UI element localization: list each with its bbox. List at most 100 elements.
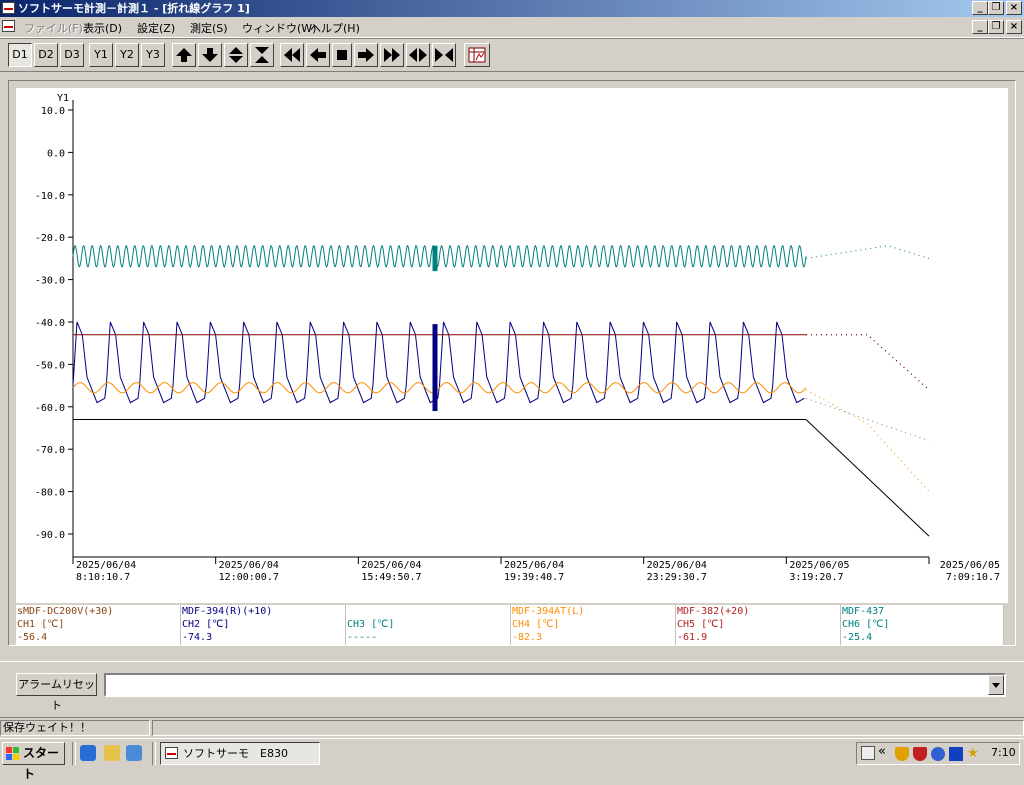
legend-value: ----- (347, 632, 378, 643)
d2-button[interactable]: D2 (34, 43, 58, 67)
alarm-row: アラームリセット (0, 661, 1024, 712)
collapse-horizontal-button[interactable] (432, 43, 456, 67)
menu-view[interactable]: 表示(D) (83, 20, 122, 36)
info-icon[interactable] (931, 747, 945, 761)
taskbar: スタート ソフトサーモ E830 « ★ 7:10 (0, 738, 1024, 781)
fast-forward-button[interactable] (380, 43, 404, 67)
y-tick-label: -20.0 (35, 233, 65, 244)
legend-value: -25.4 (842, 632, 873, 643)
taskbar-separator (72, 742, 76, 765)
x-tick-time: 19:39:40.7 (504, 572, 564, 583)
desktop-icon[interactable] (126, 745, 142, 761)
expand-horizontal-button[interactable] (406, 43, 430, 67)
y-tick-label: -70.0 (35, 445, 65, 456)
series-6-trail (805, 397, 930, 442)
menu-measure[interactable]: 測定(S) (190, 20, 228, 36)
folder-icon[interactable] (104, 745, 120, 761)
x-tick-time: 12:00:00.7 (219, 572, 279, 583)
y-tick-label: -80.0 (35, 488, 65, 499)
windows-logo-icon (6, 747, 20, 760)
document-icon[interactable] (2, 20, 15, 32)
menu-help[interactable]: ヘルプ(H) (310, 20, 360, 36)
series-4-trail (806, 334, 930, 391)
doc-restore-button[interactable]: ❐ (988, 20, 1004, 34)
app-icon (165, 747, 178, 759)
minimize-button[interactable]: _ (972, 1, 988, 15)
star-icon[interactable]: ★ (967, 747, 981, 761)
alarm-combobox[interactable] (104, 673, 1006, 697)
menu-bar: ファイル(F) 表示(D) 設定(Z) 測定(S) ウィンドウ(W) ヘルプ(H… (0, 17, 1024, 38)
y-tick-label: -60.0 (35, 403, 65, 414)
legend-channel-2[interactable]: MDF-394(R)(+10) CH2 [℃] -74.3 (181, 605, 346, 645)
expand-vertical-button[interactable] (224, 43, 248, 67)
x-tick-date: 2025/06/04 (76, 560, 136, 571)
arrow-down-button[interactable] (198, 43, 222, 67)
doc-minimize-button[interactable]: _ (972, 20, 988, 34)
legend-channel: CH4 [℃] (512, 619, 560, 630)
table-button[interactable] (464, 43, 490, 67)
menu-settings[interactable]: 設定(Z) (137, 20, 175, 36)
keyboard-icon[interactable] (861, 746, 875, 760)
line-chart[interactable]: Y1 10.0 0.0 -10.0 -20.0 -30.0 -40.0 -50.0 -60.0 -… (16, 88, 1008, 603)
taskbar-app-button[interactable]: ソフトサーモ E830 (160, 742, 320, 765)
step-back-button[interactable] (306, 43, 330, 67)
menu-file[interactable]: ファイル(F) (24, 20, 83, 36)
legend-channel-5[interactable]: MDF-382(+20) CH5 [℃] -61.9 (676, 605, 841, 645)
legend-name: MDF-394(R)(+10) (182, 606, 273, 617)
x-tick-time: 7:09:10.7 (946, 572, 1000, 583)
legend-channel-6[interactable]: MDF-437 CH6 [℃] -25.4 (841, 605, 1004, 645)
toolbar: D1 D2 D3 Y1 Y2 Y3 (0, 38, 1024, 72)
collapse-vertical-button[interactable] (250, 43, 274, 67)
legend-channel-4[interactable]: MDF-394AT(L) CH4 [℃] -82.3 (511, 605, 676, 645)
y-axis-label: Y1 (57, 93, 69, 104)
series-1-trail (805, 245, 930, 259)
y2-button[interactable]: Y2 (115, 43, 139, 67)
legend-name: sMDF-DC200V(+30) (17, 606, 114, 617)
rewind-button[interactable] (280, 43, 304, 67)
media-icon[interactable] (949, 747, 963, 761)
series-5-trail (805, 419, 930, 537)
tray-expand-icon[interactable]: « (878, 744, 886, 759)
doc-close-button[interactable]: × (1006, 20, 1022, 34)
app-icon[interactable] (2, 2, 15, 14)
arrow-up-button[interactable] (172, 43, 196, 67)
y-tick-label: 0.0 (47, 148, 65, 159)
menu-window[interactable]: ウィンドウ(W) (242, 20, 316, 36)
status-message: 保存ウェイト！！ (0, 720, 150, 736)
series-2-trail (806, 334, 930, 391)
d1-button[interactable]: D1 (8, 43, 32, 67)
status-pane-2 (152, 720, 1024, 736)
step-forward-icon (358, 48, 374, 62)
shield-icon[interactable] (895, 747, 909, 761)
plot-area[interactable]: Y1 10.0 0.0 -10.0 -20.0 -30.0 -40.0 -50.0 -60.0 -… (16, 88, 1008, 603)
alarm-reset-button[interactable]: アラームリセット (16, 673, 97, 712)
collapse-horizontal-icon (435, 48, 453, 62)
start-button[interactable]: スタート (2, 742, 65, 781)
d3-button[interactable]: D3 (60, 43, 84, 67)
ie-icon[interactable] (80, 745, 96, 761)
cursor-marker (432, 324, 438, 412)
fast-forward-icon (384, 48, 400, 62)
step-forward-button[interactable] (354, 43, 378, 67)
step-back-icon (310, 48, 326, 62)
dropdown-button[interactable] (988, 675, 1004, 695)
y-tick-label: 10.0 (41, 106, 65, 117)
stop-icon (337, 50, 347, 60)
security-shield-icon[interactable] (913, 747, 927, 761)
legend-name (347, 605, 510, 618)
x-tick-time: 23:29:30.7 (647, 572, 707, 583)
y-tick-label: -10.0 (35, 191, 65, 202)
expand-vertical-icon (229, 47, 243, 63)
legend-channel-1[interactable]: sMDF-DC200V(+30) CH1 [℃] -56.4 (16, 605, 181, 645)
legend-channel-3[interactable]: CH3 [℃] ----- (346, 605, 511, 645)
restore-button[interactable]: ❐ (988, 1, 1004, 15)
y3-button[interactable]: Y3 (141, 43, 165, 67)
task-label: ソフトサーモ E830 (183, 747, 288, 760)
close-button[interactable]: × (1006, 1, 1022, 15)
series-3-trail (805, 389, 930, 492)
table-icon (468, 47, 486, 63)
stop-button[interactable] (332, 43, 352, 67)
y1-button[interactable]: Y1 (89, 43, 113, 67)
arrow-up-icon (176, 48, 192, 62)
system-tray: « ★ 7:10 (856, 742, 1020, 765)
